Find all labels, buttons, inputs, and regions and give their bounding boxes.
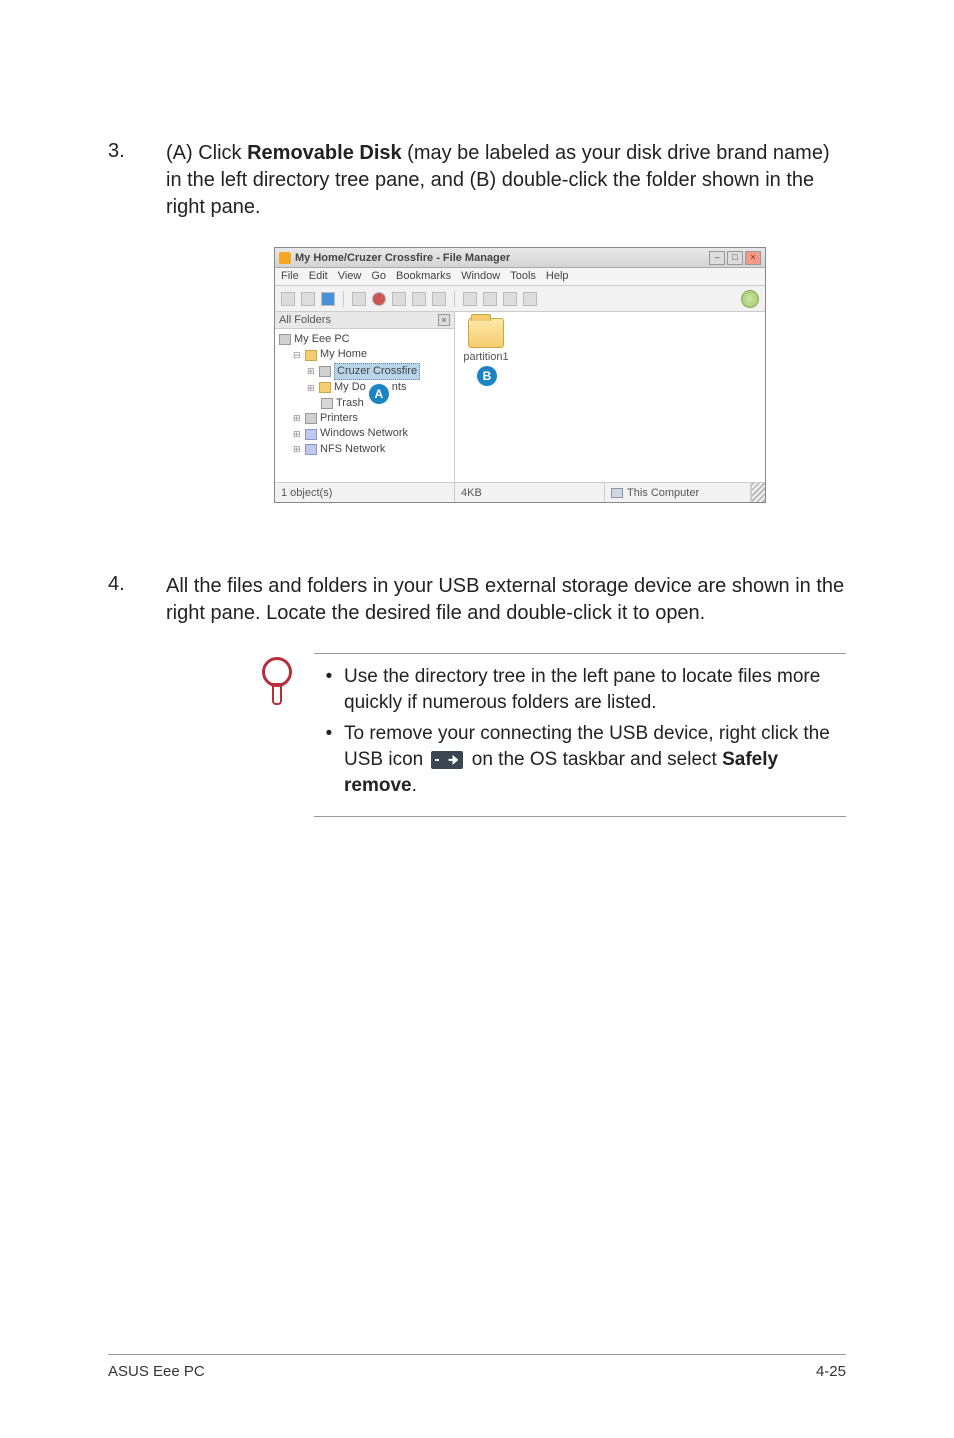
- cut-icon[interactable]: [352, 292, 366, 306]
- file-manager-screenshot: My Home/Cruzer Crossfire - File Manager …: [274, 247, 846, 503]
- tree-label: My Do: [334, 380, 366, 395]
- menubar: File Edit View Go Bookmarks Window Tools…: [275, 268, 765, 286]
- step3-prefix: (A) Click: [166, 142, 247, 164]
- tree-label: My Eee PC: [294, 332, 350, 347]
- window-titlebar: My Home/Cruzer Crossfire - File Manager …: [275, 248, 765, 268]
- expander-icon[interactable]: ⊞: [307, 365, 316, 378]
- tree-documents[interactable]: ⊞My DoAnts: [279, 380, 450, 395]
- computer-icon: [279, 334, 291, 345]
- menu-go[interactable]: Go: [371, 270, 386, 285]
- drive-icon: [319, 366, 331, 377]
- view-icon-3[interactable]: [503, 292, 517, 306]
- menu-tools[interactable]: Tools: [510, 270, 536, 285]
- step-number: 3.: [108, 140, 166, 221]
- status-objects: 1 object(s): [275, 483, 455, 502]
- expander-icon[interactable]: ⊞: [293, 443, 302, 456]
- resize-grip[interactable]: [751, 483, 765, 502]
- menu-view[interactable]: View: [338, 270, 362, 285]
- notes: • Use the directory tree in the left pan…: [314, 653, 846, 817]
- tree-header-label: All Folders: [279, 314, 331, 326]
- status-location-label: This Computer: [627, 487, 699, 499]
- copy-icon[interactable]: [392, 292, 406, 306]
- expander-icon[interactable]: ⊟: [293, 349, 302, 362]
- statusbar: 1 object(s) 4KB This Computer: [275, 482, 765, 502]
- bullet-icon: •: [314, 721, 344, 798]
- network-icon: [305, 444, 317, 455]
- bullet-icon: •: [314, 664, 344, 715]
- tree-label: Windows Network: [320, 426, 408, 441]
- tree-trash[interactable]: Trash: [279, 396, 450, 411]
- note-2-text: To remove your connecting the USB device…: [344, 721, 846, 798]
- trash-icon: [321, 398, 333, 409]
- printers-icon: [305, 413, 317, 424]
- menu-edit[interactable]: Edit: [309, 270, 328, 285]
- status-location: This Computer: [605, 483, 751, 502]
- view-icon-4[interactable]: [523, 292, 537, 306]
- tree-nfs-network[interactable]: ⊞ NFS Network: [279, 442, 450, 457]
- folder-icon: [468, 318, 504, 348]
- view-icon-2[interactable]: [483, 292, 497, 306]
- footer-right: 4-25: [816, 1363, 846, 1380]
- directory-tree-pane: All Folders × My Eee PC ⊟ My Home ⊞ Cruzer…: [275, 312, 455, 482]
- view-icon-1[interactable]: [463, 292, 477, 306]
- step-number: 4.: [108, 573, 166, 627]
- network-icon: [305, 429, 317, 440]
- marker-b: B: [477, 366, 497, 386]
- step4-text: All the files and folders in your USB ex…: [166, 573, 846, 627]
- tree-label: My Home: [320, 347, 367, 362]
- tree-close-button[interactable]: ×: [438, 314, 450, 326]
- menu-help[interactable]: Help: [546, 270, 569, 285]
- up-icon[interactable]: [321, 292, 335, 306]
- note-2-mid: on the OS taskbar and select: [466, 749, 722, 770]
- expander-icon[interactable]: ⊞: [293, 412, 302, 425]
- maximize-button[interactable]: □: [727, 251, 743, 265]
- footer-left: ASUS Eee PC: [108, 1363, 205, 1380]
- note-2-end: .: [412, 775, 417, 796]
- file-pane[interactable]: partition1 B: [455, 312, 765, 482]
- tree-label-selected: Cruzer Crossfire: [334, 363, 420, 380]
- home-icon: [305, 350, 317, 361]
- menu-window[interactable]: Window: [461, 270, 500, 285]
- tree-label: nts: [392, 380, 407, 395]
- toolbar-separator: [454, 291, 455, 307]
- tree-printers[interactable]: ⊞ Printers: [279, 411, 450, 426]
- minimize-button[interactable]: –: [709, 251, 725, 265]
- globe-icon[interactable]: [741, 290, 759, 308]
- status-size: 4KB: [455, 483, 605, 502]
- tree-label: NFS Network: [320, 442, 385, 457]
- menu-file[interactable]: File: [281, 270, 299, 285]
- tree-windows-network[interactable]: ⊞ Windows Network: [279, 426, 450, 441]
- close-button[interactable]: ×: [745, 251, 761, 265]
- toolbar: [275, 286, 765, 312]
- tree-root[interactable]: My Eee PC: [279, 332, 450, 347]
- window-title: My Home/Cruzer Crossfire - File Manager: [295, 252, 709, 264]
- note-1-text: Use the directory tree in the left pane …: [344, 664, 846, 715]
- toolbar-separator: [343, 291, 344, 307]
- tree-removable-disk[interactable]: ⊞ Cruzer Crossfire: [279, 363, 450, 380]
- stop-icon[interactable]: [372, 292, 386, 306]
- computer-icon: [611, 488, 623, 498]
- magnifier-icon: [258, 657, 296, 705]
- paste-icon[interactable]: [412, 292, 426, 306]
- menu-bookmarks[interactable]: Bookmarks: [396, 270, 451, 285]
- back-icon[interactable]: [281, 292, 295, 306]
- tree-label: Trash: [336, 396, 364, 411]
- step3-text: (A) Click Removable Disk (may be labeled…: [166, 140, 846, 221]
- expander-icon[interactable]: ⊞: [307, 382, 316, 395]
- marker-a: A: [369, 384, 389, 404]
- tool-icon[interactable]: [432, 292, 446, 306]
- folder-item[interactable]: partition1: [461, 318, 511, 363]
- tree-label: Printers: [320, 411, 358, 426]
- expander-icon[interactable]: ⊞: [293, 428, 302, 441]
- step3-bold: Removable Disk: [247, 142, 402, 164]
- tree-home[interactable]: ⊟ My Home: [279, 347, 450, 362]
- folder-label: partition1: [461, 351, 511, 363]
- usb-icon: [431, 751, 463, 769]
- folder-icon: [319, 382, 331, 393]
- forward-icon[interactable]: [301, 292, 315, 306]
- window-icon: [279, 252, 291, 264]
